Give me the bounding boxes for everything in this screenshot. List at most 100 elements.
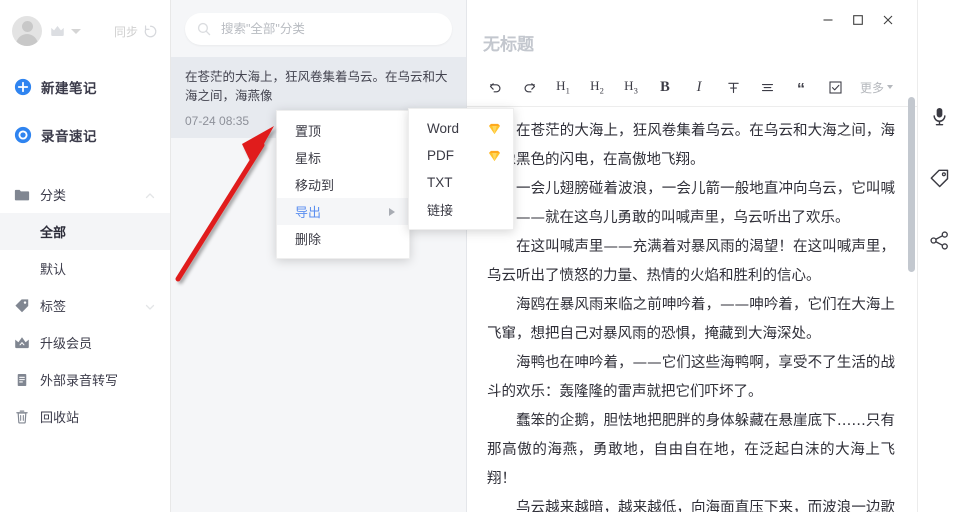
record-circle-icon	[14, 126, 32, 144]
context-menu-item-pin[interactable]: 置顶	[277, 117, 409, 144]
sync-label: 同步	[113, 24, 138, 39]
heading-2-button[interactable]: H2	[581, 74, 613, 100]
paragraph: 海鸥在暴风雨来临之前呻吟着，——呻吟着，它们在大海上飞窜，想把自己对暴风雨的恐惧…	[487, 297, 895, 342]
minimize-button[interactable]	[813, 9, 843, 31]
sync-button[interactable]: 同步	[114, 23, 158, 40]
checkbox-button[interactable]	[819, 74, 851, 100]
heading-3-label: H3	[624, 78, 638, 96]
tag-icon[interactable]	[927, 166, 951, 190]
sidebar-item-transcribe[interactable]: 外部录音转写	[0, 361, 170, 398]
context-menu-item-export[interactable]: 导出	[277, 198, 409, 225]
sidebar-item-all-label: 全部	[40, 225, 67, 240]
sidebar-item-default[interactable]: 默认	[0, 250, 170, 287]
checkbox-icon	[828, 80, 843, 95]
transcribe-icon	[14, 372, 30, 388]
export-option-txt-label: TXT	[427, 175, 453, 190]
search-wrapper	[171, 0, 466, 57]
redo-icon	[522, 80, 537, 95]
export-option-link[interactable]: 链接	[409, 196, 513, 223]
sidebar-item-tags[interactable]: 标签	[0, 287, 170, 324]
chevron-right-icon	[389, 207, 395, 216]
strikethrough-button[interactable]	[717, 74, 749, 100]
trash-icon	[14, 409, 30, 425]
note-snippet: 在苍茫的大海上，狂风卷集着乌云。在乌云和大海之间，海燕像	[185, 70, 448, 103]
context-menu-item-delete[interactable]: 删除	[277, 225, 409, 252]
italic-button[interactable]: I	[683, 74, 715, 100]
export-option-pdf[interactable]: PDF	[409, 142, 513, 169]
heading-3-button[interactable]: H3	[615, 74, 647, 100]
heading-2-label: H2	[590, 78, 604, 96]
crown-icon[interactable]	[50, 24, 65, 38]
avatar[interactable]	[12, 16, 42, 46]
chevron-down-icon[interactable]	[71, 28, 81, 34]
undo-button[interactable]	[479, 74, 511, 100]
editor-scrollbar[interactable]	[908, 0, 915, 512]
context-menu-item-pin-label: 置顶	[295, 124, 322, 139]
right-rail	[917, 0, 960, 512]
paragraph: 在苍茫的大海上，狂风卷集着乌云。在乌云和大海之间，海燕像黑色的闪电，在高傲地飞翔…	[487, 123, 895, 168]
sidebar-item-categories-label: 分类	[40, 188, 67, 203]
editor-toolbar: H1 H2 H3 B I “ 更多	[467, 68, 917, 107]
share-icon[interactable]	[927, 228, 951, 252]
tag-icon	[14, 298, 30, 314]
strikethrough-icon	[726, 80, 741, 95]
sidebar-item-trash[interactable]: 回收站	[0, 398, 170, 435]
list-button[interactable]	[751, 74, 783, 100]
heading-1-button[interactable]: H1	[547, 74, 579, 100]
scrollbar-thumb[interactable]	[908, 97, 915, 272]
voice-note-button[interactable]: 录音速记	[0, 116, 170, 154]
editor-panel: 无标题 H1 H2 H3 B I “ 更多 在苍茫的大海上，狂风卷集着乌云。在乌…	[467, 0, 917, 512]
paragraph: 一会儿翅膀碰着波浪，一会儿箭一般地直冲向乌云，它叫喊着，——就在这鸟儿勇敢的叫喊…	[487, 181, 895, 226]
window-controls	[813, 9, 903, 31]
new-note-label: 新建笔记	[41, 81, 97, 96]
undo-icon	[488, 80, 503, 95]
left-sidebar: 同步 新建笔记 录音速记 分类 全部 默认 标签 升级会员 外部录音转写 回收站	[0, 0, 171, 512]
new-note-button[interactable]: 新建笔记	[0, 68, 170, 106]
paragraph: 在这叫喊声里——充满着对暴风雨的渴望！在这叫喊声里，乌云听出了愤怒的力量、热情的…	[487, 239, 895, 284]
chevron-down-icon	[887, 85, 894, 89]
sidebar-item-transcribe-label: 外部录音转写	[40, 373, 119, 388]
document-body[interactable]: 在苍茫的大海上，狂风卷集着乌云。在乌云和大海之间，海燕像黑色的闪电，在高傲地飞翔…	[467, 107, 917, 512]
export-option-link-label: 链接	[427, 203, 454, 218]
chevron-up-icon[interactable]	[144, 189, 156, 201]
microphone-icon[interactable]	[927, 104, 951, 128]
bold-button[interactable]: B	[649, 74, 681, 100]
export-option-word[interactable]: Word	[409, 115, 513, 142]
export-option-txt[interactable]: TXT	[409, 169, 513, 196]
folder-icon	[14, 187, 30, 203]
context-menu-item-star-label: 星标	[295, 151, 322, 166]
sidebar-item-upgrade-label: 升级会员	[40, 336, 93, 351]
sidebar-item-upgrade[interactable]: 升级会员	[0, 324, 170, 361]
context-menu-item-move[interactable]: 移动到	[277, 171, 409, 198]
chevron-down-icon[interactable]	[144, 300, 156, 312]
maximize-button[interactable]	[843, 9, 873, 31]
italic-label: I	[696, 78, 702, 95]
vip-diamond-icon	[488, 150, 501, 162]
sidebar-item-trash-label: 回收站	[40, 410, 80, 425]
paragraph: 蠢笨的企鹅，胆怯地把肥胖的身体躲藏在悬崖底下……只有那高傲的海燕，勇敢地，自由自…	[487, 413, 895, 487]
close-button[interactable]	[873, 9, 903, 31]
bold-label: B	[660, 78, 670, 95]
search-icon	[197, 22, 211, 36]
export-option-pdf-label: PDF	[427, 148, 454, 163]
sidebar-nav: 分类 全部 默认 标签 升级会员 外部录音转写 回收站	[0, 176, 170, 435]
sidebar-item-tags-label: 标签	[40, 299, 67, 314]
redo-button[interactable]	[513, 74, 545, 100]
sidebar-item-categories[interactable]: 分类	[0, 176, 170, 213]
context-menu-item-delete-label: 删除	[295, 232, 322, 247]
heading-1-label: H1	[556, 78, 570, 96]
search-box[interactable]	[185, 13, 452, 45]
vip-diamond-icon	[488, 123, 501, 135]
quote-label: “	[797, 81, 805, 98]
sidebar-item-all[interactable]: 全部	[0, 213, 170, 250]
user-account-row[interactable]: 同步	[0, 0, 170, 62]
context-menu-item-star[interactable]: 星标	[277, 144, 409, 171]
crown-icon	[14, 335, 30, 351]
refresh-icon[interactable]	[143, 24, 158, 39]
plus-circle-icon	[14, 78, 32, 96]
paragraph: 海鸭也在呻吟着，——它们这些海鸭啊，享受不了生活的战斗的欢乐：轰隆隆的雷声就把它…	[487, 355, 895, 400]
more-button[interactable]: 更多	[857, 74, 896, 100]
quote-button[interactable]: “	[785, 71, 817, 103]
search-input[interactable]	[219, 21, 440, 37]
paragraph: 乌云越来越暗，越来越低，向海面直压下来，而波浪一边歌唱，一边冲向高空，去迎接那雷…	[516, 500, 895, 512]
